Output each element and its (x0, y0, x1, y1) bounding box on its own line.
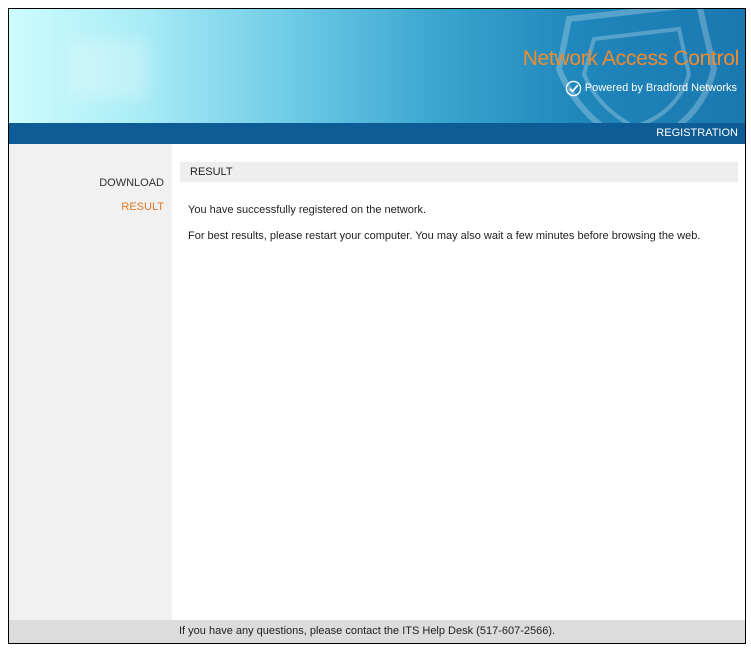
check-circle-icon (565, 80, 582, 96)
powered-by: Powered by Bradford Networks (565, 79, 737, 97)
section-header: RESULT (180, 162, 738, 182)
nav-bar: REGISTRATION (9, 123, 745, 144)
sidebar: DOWNLOAD RESULT (9, 144, 172, 620)
section-title: RESULT (190, 166, 233, 178)
header-banner: Network Access Control Powered by Bradfo… (9, 9, 745, 123)
success-message: You have successfully registered on the … (188, 204, 427, 216)
sidebar-item-download[interactable]: DOWNLOAD (99, 177, 164, 189)
footer: If you have any questions, please contac… (9, 620, 745, 643)
header-glow (69, 39, 149, 99)
restart-message: For best results, please restart your co… (188, 230, 701, 242)
page-frame: Network Access Control Powered by Bradfo… (8, 8, 746, 644)
powered-by-text: Powered by Bradford Networks (584, 82, 737, 94)
sidebar-item-result[interactable]: RESULT (121, 201, 164, 213)
footer-help-text: If you have any questions, please contac… (179, 625, 556, 637)
product-title: Network Access Control (522, 47, 740, 70)
nav-registration-link[interactable]: REGISTRATION (656, 127, 738, 139)
main-content: RESULT You have successfully registered … (172, 144, 745, 620)
